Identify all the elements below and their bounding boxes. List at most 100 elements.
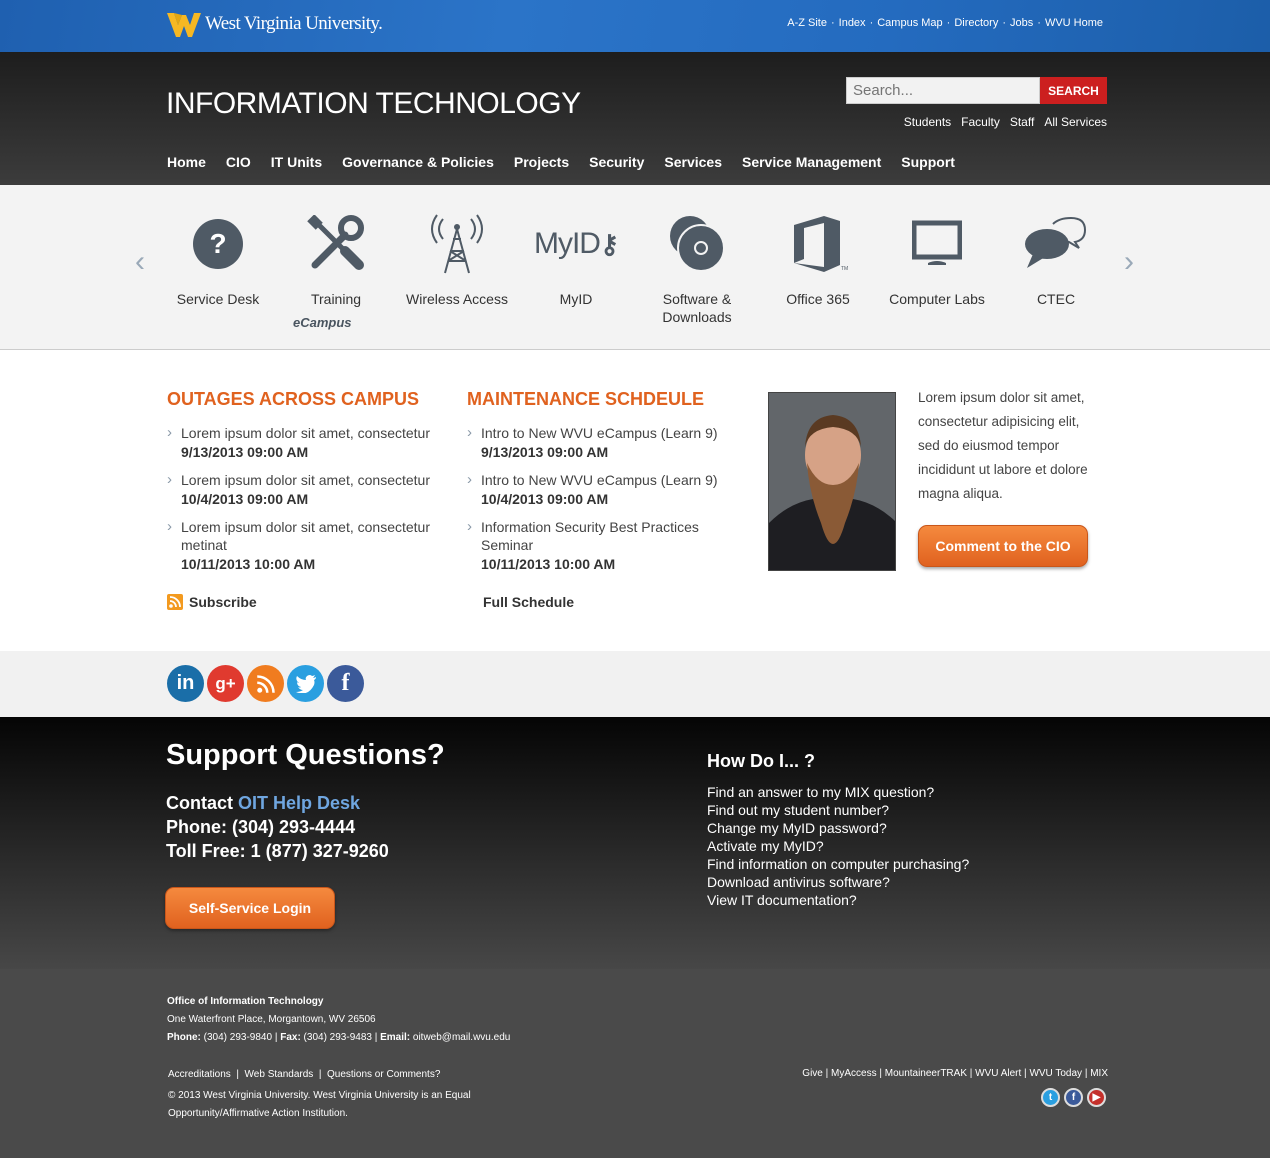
carousel-item-software-downloads[interactable]: Software & Downloads xyxy=(637,213,757,326)
carousel-item-wireless-access[interactable]: Wireless Access xyxy=(397,213,517,308)
carousel-item-label: Office 365 xyxy=(786,291,850,307)
help-desk-link[interactable]: OIT Help Desk xyxy=(238,793,360,813)
comment-to-cio-button[interactable]: Comment to the CIO xyxy=(918,525,1088,567)
footer-link-give[interactable]: Give xyxy=(802,1068,823,1079)
services-carousel: ‹ ? Service Desk Training Wireless Acces… xyxy=(0,185,1270,350)
top-link-campus-map[interactable]: Campus Map xyxy=(877,17,942,29)
facebook-icon[interactable]: f xyxy=(327,665,364,702)
svg-text:TM: TM xyxy=(841,266,848,272)
footer-link-mountaineertrak[interactable]: MountaineerTRAK xyxy=(885,1068,967,1079)
footer-link-wvu-today[interactable]: WVU Today xyxy=(1029,1068,1082,1079)
audience-link-faculty[interactable]: Faculty xyxy=(961,115,1000,129)
youtube-icon[interactable]: ▶ xyxy=(1087,1088,1106,1107)
nav-it-units[interactable]: IT Units xyxy=(271,154,322,170)
nav-cio[interactable]: CIO xyxy=(226,154,251,170)
carousel-item-ctec[interactable]: CTEC xyxy=(996,213,1116,308)
chat-icon xyxy=(1025,216,1087,268)
audience-link-students[interactable]: Students xyxy=(904,115,951,129)
self-service-login-button[interactable]: Self-Service Login xyxy=(165,887,335,929)
carousel-item-service-desk[interactable]: ? Service Desk xyxy=(158,213,278,308)
outages-list: Lorem ipsum dolor sit amet, consectetur 9… xyxy=(167,424,442,583)
footer-email[interactable]: oitweb@mail.wvu.edu xyxy=(410,1032,510,1043)
nav-projects[interactable]: Projects xyxy=(514,154,569,170)
wv-logo-icon xyxy=(167,13,201,37)
audience-link-staff[interactable]: Staff xyxy=(1010,115,1034,129)
how-do-i-link[interactable]: Activate my MyID? xyxy=(707,837,969,855)
ecampus-logo[interactable]: eCampus xyxy=(293,315,352,330)
carousel-item-label: CTEC xyxy=(1036,291,1076,307)
footer-link-mix[interactable]: MIX xyxy=(1090,1068,1108,1079)
item-date: 10/11/2013 10:00 AM xyxy=(481,556,616,572)
rss-icon[interactable] xyxy=(247,665,284,702)
how-do-i-link[interactable]: Change my MyID password? xyxy=(707,819,969,837)
carousel-prev-button[interactable]: ‹ xyxy=(135,245,145,279)
carousel-next-button[interactable]: › xyxy=(1124,245,1134,279)
rss-icon xyxy=(167,594,183,610)
facebook-icon[interactable]: f xyxy=(1064,1088,1083,1107)
footer-link-web-standards[interactable]: Web Standards xyxy=(245,1069,314,1080)
search-input[interactable] xyxy=(846,77,1040,104)
list-item[interactable]: Lorem ipsum dolor sit amet, consectetur 9… xyxy=(167,424,442,461)
tools-icon xyxy=(307,215,364,270)
footer-address: One Waterfront Place, Morgantown, WV 265… xyxy=(167,1014,376,1025)
carousel-item-computer-labs[interactable]: Computer Labs xyxy=(877,213,997,308)
twitter-icon[interactable] xyxy=(287,665,324,702)
how-do-i-link[interactable]: Find out my student number? xyxy=(707,801,969,819)
how-do-i-link[interactable]: Find an answer to my MIX question? xyxy=(707,783,969,801)
search-button[interactable]: SEARCH xyxy=(1040,77,1107,104)
item-text: Lorem ipsum dolor sit amet, consectetur xyxy=(181,472,430,488)
top-link-az-site[interactable]: A-Z Site xyxy=(787,17,827,29)
google-plus-icon[interactable]: g+ xyxy=(207,665,244,702)
footer-link-questions[interactable]: Questions or Comments? xyxy=(327,1069,440,1080)
list-item[interactable]: Lorem ipsum dolor sit amet, consectetur 1… xyxy=(167,471,442,508)
item-date: 10/11/2013 10:00 AM xyxy=(181,556,316,572)
how-do-i-link[interactable]: View IT documentation? xyxy=(707,891,969,909)
nav-governance-policies[interactable]: Governance & Policies xyxy=(342,154,494,170)
myid-logo-text: MyID xyxy=(533,227,601,260)
discs-icon xyxy=(670,216,725,272)
footer-link-accreditations[interactable]: Accreditations xyxy=(168,1069,231,1080)
footer-link-wvu-alert[interactable]: WVU Alert xyxy=(975,1068,1021,1079)
cio-portrait xyxy=(769,393,895,570)
item-text: Lorem ipsum dolor sit amet, consectetur … xyxy=(181,519,430,553)
wvu-logo[interactable]: West Virginia University. xyxy=(167,9,383,39)
top-links: A-Z Site · Index · Campus Map · Director… xyxy=(787,17,1103,29)
footer-contact-line: Phone: (304) 293-9840 | Fax: (304) 293-9… xyxy=(167,1032,510,1043)
how-do-i-link[interactable]: Download antivirus software? xyxy=(707,873,969,891)
list-item[interactable]: Information Security Best Practices Semi… xyxy=(467,518,742,573)
item-date: 10/4/2013 09:00 AM xyxy=(181,491,309,507)
nav-services[interactable]: Services xyxy=(664,154,722,170)
main-nav: Home CIO IT Units Governance & Policies … xyxy=(167,154,955,170)
nav-security[interactable]: Security xyxy=(589,154,644,170)
top-link-directory[interactable]: Directory xyxy=(954,17,998,29)
list-item[interactable]: Intro to New WVU eCampus (Learn 9) 9/13/2… xyxy=(467,424,742,461)
subscribe-link[interactable]: Subscribe xyxy=(167,594,257,610)
svg-text:?: ? xyxy=(209,228,226,259)
audience-link-all-services[interactable]: All Services xyxy=(1044,115,1107,129)
carousel-item-office-365[interactable]: TM Office 365 xyxy=(758,213,878,308)
carousel-item-label: MyID xyxy=(559,291,593,307)
linkedin-icon[interactable]: in xyxy=(167,665,204,702)
how-do-i-link[interactable]: Find information on computer purchasing? xyxy=(707,855,969,873)
top-link-index[interactable]: Index xyxy=(839,17,866,29)
myid-logo: MyID⚷ xyxy=(533,227,619,260)
support-contact: Contact OIT Help Desk Phone: (304) 293-4… xyxy=(166,791,389,863)
footer-fax: (304) 293-9483 | xyxy=(300,1032,381,1043)
top-link-jobs[interactable]: Jobs xyxy=(1010,17,1033,29)
full-schedule-link[interactable]: Full Schedule xyxy=(483,594,574,610)
site-title[interactable]: INFORMATION TECHNOLOGY xyxy=(166,87,581,121)
carousel-item-label: Training xyxy=(310,291,362,307)
nav-support[interactable]: Support xyxy=(901,154,955,170)
list-item[interactable]: Lorem ipsum dolor sit amet, consectetur … xyxy=(167,518,442,573)
nav-home[interactable]: Home xyxy=(167,154,206,170)
nav-service-management[interactable]: Service Management xyxy=(742,154,881,170)
carousel-item-label: Software & Downloads xyxy=(662,291,732,325)
carousel-item-training[interactable]: Training xyxy=(276,213,396,308)
maintenance-title: MAINTENANCE SCHDEULE xyxy=(467,389,705,409)
top-link-wvu-home[interactable]: WVU Home xyxy=(1045,17,1103,29)
separator: · xyxy=(946,17,951,29)
list-item[interactable]: Intro to New WVU eCampus (Learn 9) 10/4/2… xyxy=(467,471,742,508)
twitter-icon[interactable]: t xyxy=(1041,1088,1060,1107)
carousel-item-myid[interactable]: MyID⚷ MyID xyxy=(516,213,636,308)
footer-link-myaccess[interactable]: MyAccess xyxy=(831,1068,877,1079)
